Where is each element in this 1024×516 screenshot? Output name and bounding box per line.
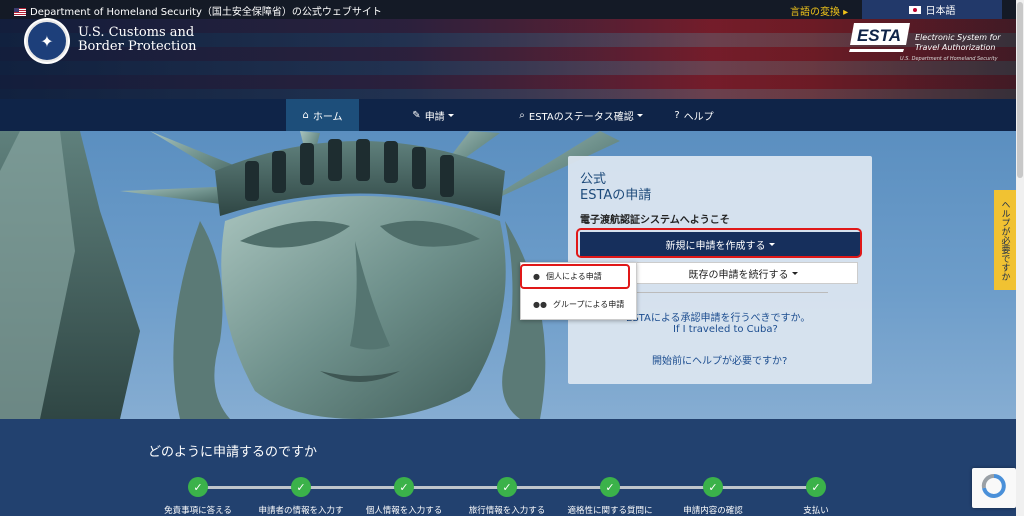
recaptcha-icon [981,474,1006,498]
help-before-start-link[interactable]: 開始前にヘルプが必要ですか? [652,352,787,367]
esta-logo[interactable]: ESTA [848,21,912,57]
users-icon: ●● [533,299,547,309]
chevron-down-icon [447,113,454,117]
step-4-check-icon: ✓ [497,477,517,497]
group-application-label: グループによる申請 [552,299,625,309]
japan-flag-icon [908,5,921,14]
dhs-seal-logo[interactable]: ✦ [24,18,70,64]
language-selector-label: 日本語 [925,6,956,17]
step-6-check-icon: ✓ [703,477,723,497]
step-3-check-icon: ✓ [394,477,414,497]
card-title: ESTAの申請 [580,188,652,203]
cuba-question-text: ESTAによる承認申請を行うべきですか。 [626,313,811,324]
cuba-question-link[interactable]: ・ESTAによる承認申請を行うべきですか。 [616,309,810,324]
agency-name[interactable]: U.S. Customs and Border Protection [78,26,197,54]
search-icon: ⌕ [519,109,525,121]
esta-description-line1: Electronic System for [915,33,1001,42]
card-divider [628,292,828,293]
card-welcome-text: 電子渡航認証システムへようこそ [580,215,730,226]
how-to-apply-title: どのように申請するのですか [148,445,318,460]
how-to-apply-section: どのように申請するのですか ✓ ✓ ✓ ✓ ✓ ✓ ✓ 免責事項に答える 申請者… [0,419,1016,516]
home-icon: ⌂ [302,109,309,121]
continue-application-label: 既存の申請を続行する [688,269,789,281]
main-nav: ⌂ ホーム ✎ 申請 ⌕ ESTAのステータス確認 ? ヘルプ [0,99,1016,131]
step-4-label: 旅行情報を入力する [468,506,546,516]
highlight-outline [576,228,862,258]
step-1-label: 免責事項に答える [164,506,232,516]
nav-status-label: ESTAのステータス確認 [528,111,634,123]
step-6-label: 申請内容の確認 [683,506,743,516]
esta-logo-text: ESTA [857,26,901,45]
highlight-outline [520,264,630,289]
step-2-check-icon: ✓ [291,477,311,497]
pencil-icon: ✎ [412,109,421,121]
step-2-label: 申請者の情報を入力す [258,506,344,516]
step-1-check-icon: ✓ [188,477,208,497]
gov-notice: Department of Homeland Security（国土安全保障省）… [14,3,382,18]
nav-home[interactable]: ⌂ ホーム [286,99,359,131]
group-application-option[interactable]: ●● グループによる申請 [521,293,636,315]
recaptcha-badge[interactable] [972,468,1016,508]
chevron-down-icon [791,271,798,275]
top-utility-bar: Department of Homeland Security（国土安全保障省）… [0,0,1016,19]
continue-application-button[interactable]: 既存の申請を続行する [628,262,858,284]
nav-apply[interactable]: ✎ 申請 [400,99,466,131]
cuba-english-link[interactable]: If I traveled to Cuba? [673,324,778,335]
nav-help-label: ヘルプ [683,111,714,123]
scrollbar-thumb[interactable] [1017,2,1023,178]
question-circle-icon: ? [674,109,680,121]
step-7-check-icon: ✓ [806,477,826,497]
step-3-label: 個人情報を入力する [365,506,443,516]
gov-notice-text: Department of Homeland Security（国土安全保障省）… [30,7,382,18]
nav-apply-label: 申請 [424,111,445,123]
language-selector[interactable]: 日本語 [862,0,1002,19]
agency-name-line1: U.S. Customs and [78,25,195,40]
nav-status-check[interactable]: ⌕ ESTAのステータス確認 [514,99,648,131]
esta-description: Electronic System for Travel Authorizati… [915,33,1001,53]
step-5-check-icon: ✓ [600,477,620,497]
language-change-link[interactable]: 言語の変換 ▸ [790,3,848,18]
chevron-down-icon [636,113,643,117]
esta-description-line2: Travel Authorization [915,43,996,52]
step-5-label: 適格性に関する質問に [567,506,653,516]
step-7-label: 支払い [803,506,829,516]
eagle-icon: ✦ [26,20,68,62]
us-flag-icon [14,8,26,16]
agency-name-line2: Border Protection [78,39,197,54]
nav-home-label: ホーム [312,111,343,123]
side-help-tab[interactable]: ヘルプが必要ですか [994,190,1016,290]
esta-department: U.S. Department of Homeland Security [900,56,998,62]
nav-help[interactable]: ? ヘルプ [664,99,724,131]
